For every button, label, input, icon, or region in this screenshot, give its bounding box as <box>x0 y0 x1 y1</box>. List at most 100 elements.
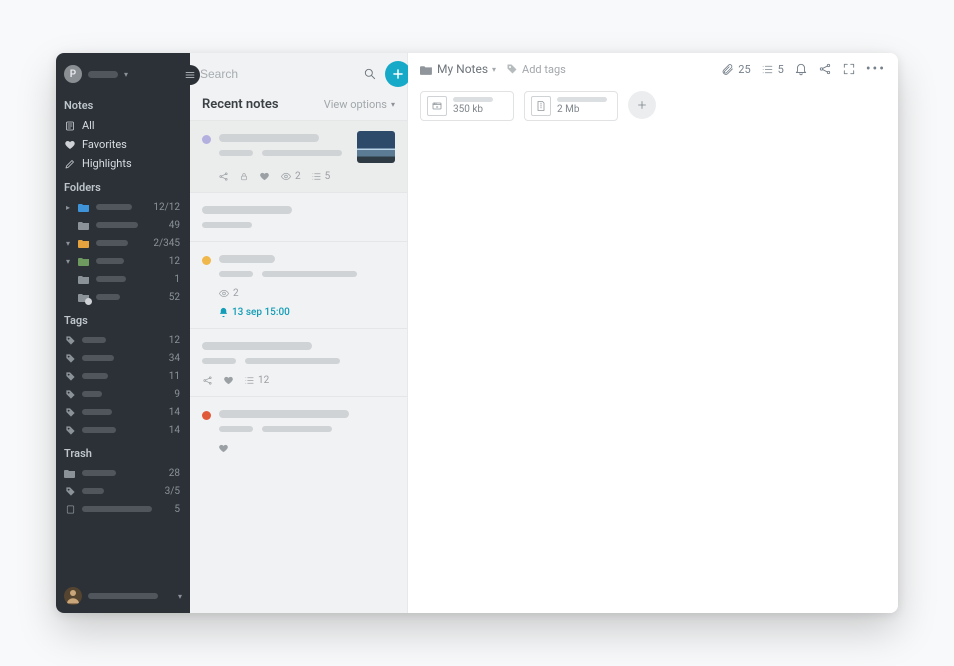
tag-count: 34 <box>169 353 182 364</box>
list-title: Recent notes <box>202 97 279 112</box>
nav-label: Highlights <box>82 157 132 170</box>
tag-icon <box>64 485 76 497</box>
folder-name-placeholder <box>96 240 128 246</box>
video-file-icon <box>427 96 447 116</box>
attachment-size: 350 kb <box>453 104 493 115</box>
tag-item[interactable]: 14 <box>64 421 182 439</box>
avatar: P <box>64 65 82 83</box>
note-card[interactable]: 2 13 sep 15:00 <box>190 241 407 328</box>
note-list-column: Recent notes View options ▾ <box>190 53 408 613</box>
tag-name-placeholder <box>82 337 106 343</box>
note-card[interactable]: 12 <box>190 328 407 396</box>
folder-item[interactable]: ▾ 12 <box>64 252 182 270</box>
share-button[interactable] <box>818 62 832 76</box>
note-title-placeholder <box>219 255 275 263</box>
account-name-placeholder <box>88 71 118 78</box>
attachment-video[interactable]: 350 kb <box>420 91 514 121</box>
eye-icon <box>218 288 230 299</box>
folder-icon <box>78 237 90 249</box>
trash-count: 28 <box>169 468 182 479</box>
search-input[interactable] <box>200 67 355 81</box>
folder-item[interactable]: 52 <box>64 288 182 306</box>
sidebar: P ▾ Notes All <box>56 53 190 613</box>
attachments-row: 350 kb 2 Mb <box>408 85 898 131</box>
trash-item[interactable]: 3/5 <box>64 482 182 500</box>
attachments-chip[interactable]: 25 <box>721 63 750 76</box>
sidebar-collapse-button[interactable] <box>180 65 200 85</box>
tag-list: 12 34 11 9 14 14 <box>64 331 182 439</box>
search-icon[interactable] <box>363 67 377 81</box>
note-card[interactable]: 2 5 <box>190 120 407 192</box>
note-excerpt-placeholder <box>262 271 357 277</box>
add-tags-button[interactable]: Add tags <box>506 63 566 76</box>
trash-item[interactable]: 28 <box>64 464 182 482</box>
detail-header: My Notes ▾ Add tags 25 5 <box>408 53 898 85</box>
sidebar-footer-user[interactable]: ▾ <box>64 579 182 605</box>
note-excerpt-placeholder <box>202 222 252 228</box>
nav-favorites[interactable]: Favorites <box>64 135 182 154</box>
folder-item[interactable]: 49 <box>64 216 182 234</box>
section-title-folders: Folders <box>64 181 182 194</box>
folder-icon <box>78 255 90 267</box>
note-card[interactable] <box>190 192 407 241</box>
note-card[interactable] <box>190 396 407 464</box>
folder-icon <box>64 467 76 479</box>
folder-item[interactable]: ▾ 2/345 <box>64 234 182 252</box>
folder-name-placeholder <box>96 294 120 300</box>
list-header: Recent notes View options ▾ <box>190 93 407 120</box>
expand-button[interactable] <box>842 62 856 76</box>
list-icon <box>244 375 255 386</box>
folder-item[interactable]: ▸ 12/12 <box>64 198 182 216</box>
tag-item[interactable]: 9 <box>64 385 182 403</box>
archive-file-icon <box>531 96 551 116</box>
eye-icon <box>280 171 292 182</box>
tag-name-placeholder <box>82 355 114 361</box>
note-excerpt-placeholder <box>202 358 236 364</box>
tag-count: 14 <box>169 425 182 436</box>
folder-item[interactable]: 1 <box>64 270 182 288</box>
note-thumbnail <box>357 131 395 163</box>
folder-name-placeholder <box>96 258 124 264</box>
attachment-archive[interactable]: 2 Mb <box>524 91 618 121</box>
heart-icon <box>218 443 229 454</box>
nav-list: All Favorites Highlights <box>64 116 182 173</box>
color-dot-icon <box>202 135 211 144</box>
account-switcher[interactable]: P ▾ <box>64 63 182 91</box>
tag-item[interactable]: 14 <box>64 403 182 421</box>
folder-icon <box>78 219 90 231</box>
folder-list: ▸ 12/12 49 ▾ 2/345 <box>64 198 182 306</box>
more-menu[interactable]: ••• <box>866 61 886 77</box>
tag-icon <box>64 424 76 436</box>
bell-icon <box>794 62 808 76</box>
nav-highlights[interactable]: Highlights <box>64 154 182 173</box>
view-options-dropdown[interactable]: View options ▾ <box>324 98 395 111</box>
chevron-right-icon[interactable]: ▸ <box>64 203 72 212</box>
nav-label: All <box>82 119 95 132</box>
add-attachment-button[interactable] <box>628 91 656 119</box>
tag-item[interactable]: 34 <box>64 349 182 367</box>
add-tags-label: Add tags <box>522 63 566 76</box>
lock-icon <box>239 171 249 182</box>
tag-item[interactable]: 12 <box>64 331 182 349</box>
chevron-down-icon[interactable]: ▾ <box>64 257 72 266</box>
note-title-placeholder <box>202 342 312 350</box>
trash-count: 3/5 <box>165 486 182 497</box>
reminder-button[interactable] <box>794 62 808 76</box>
tasks-meta: 5 <box>311 171 331 182</box>
heart-icon <box>259 171 270 182</box>
tag-item[interactable]: 11 <box>64 367 182 385</box>
trash-item[interactable]: 5 <box>64 500 182 518</box>
breadcrumb[interactable]: My Notes ▾ <box>420 62 496 76</box>
views-meta: 2 <box>280 171 301 182</box>
tag-name-placeholder <box>82 391 102 397</box>
share-icon <box>218 171 229 182</box>
color-dot-icon <box>202 256 211 265</box>
trash-name-placeholder <box>82 470 116 476</box>
chevron-down-icon[interactable]: ▾ <box>64 239 72 248</box>
list-icon <box>311 171 322 182</box>
tag-icon <box>64 334 76 346</box>
tasks-chip[interactable]: 5 <box>761 63 784 76</box>
list-icon <box>761 63 774 76</box>
attachment-name-placeholder <box>557 97 607 102</box>
nav-all[interactable]: All <box>64 116 182 135</box>
